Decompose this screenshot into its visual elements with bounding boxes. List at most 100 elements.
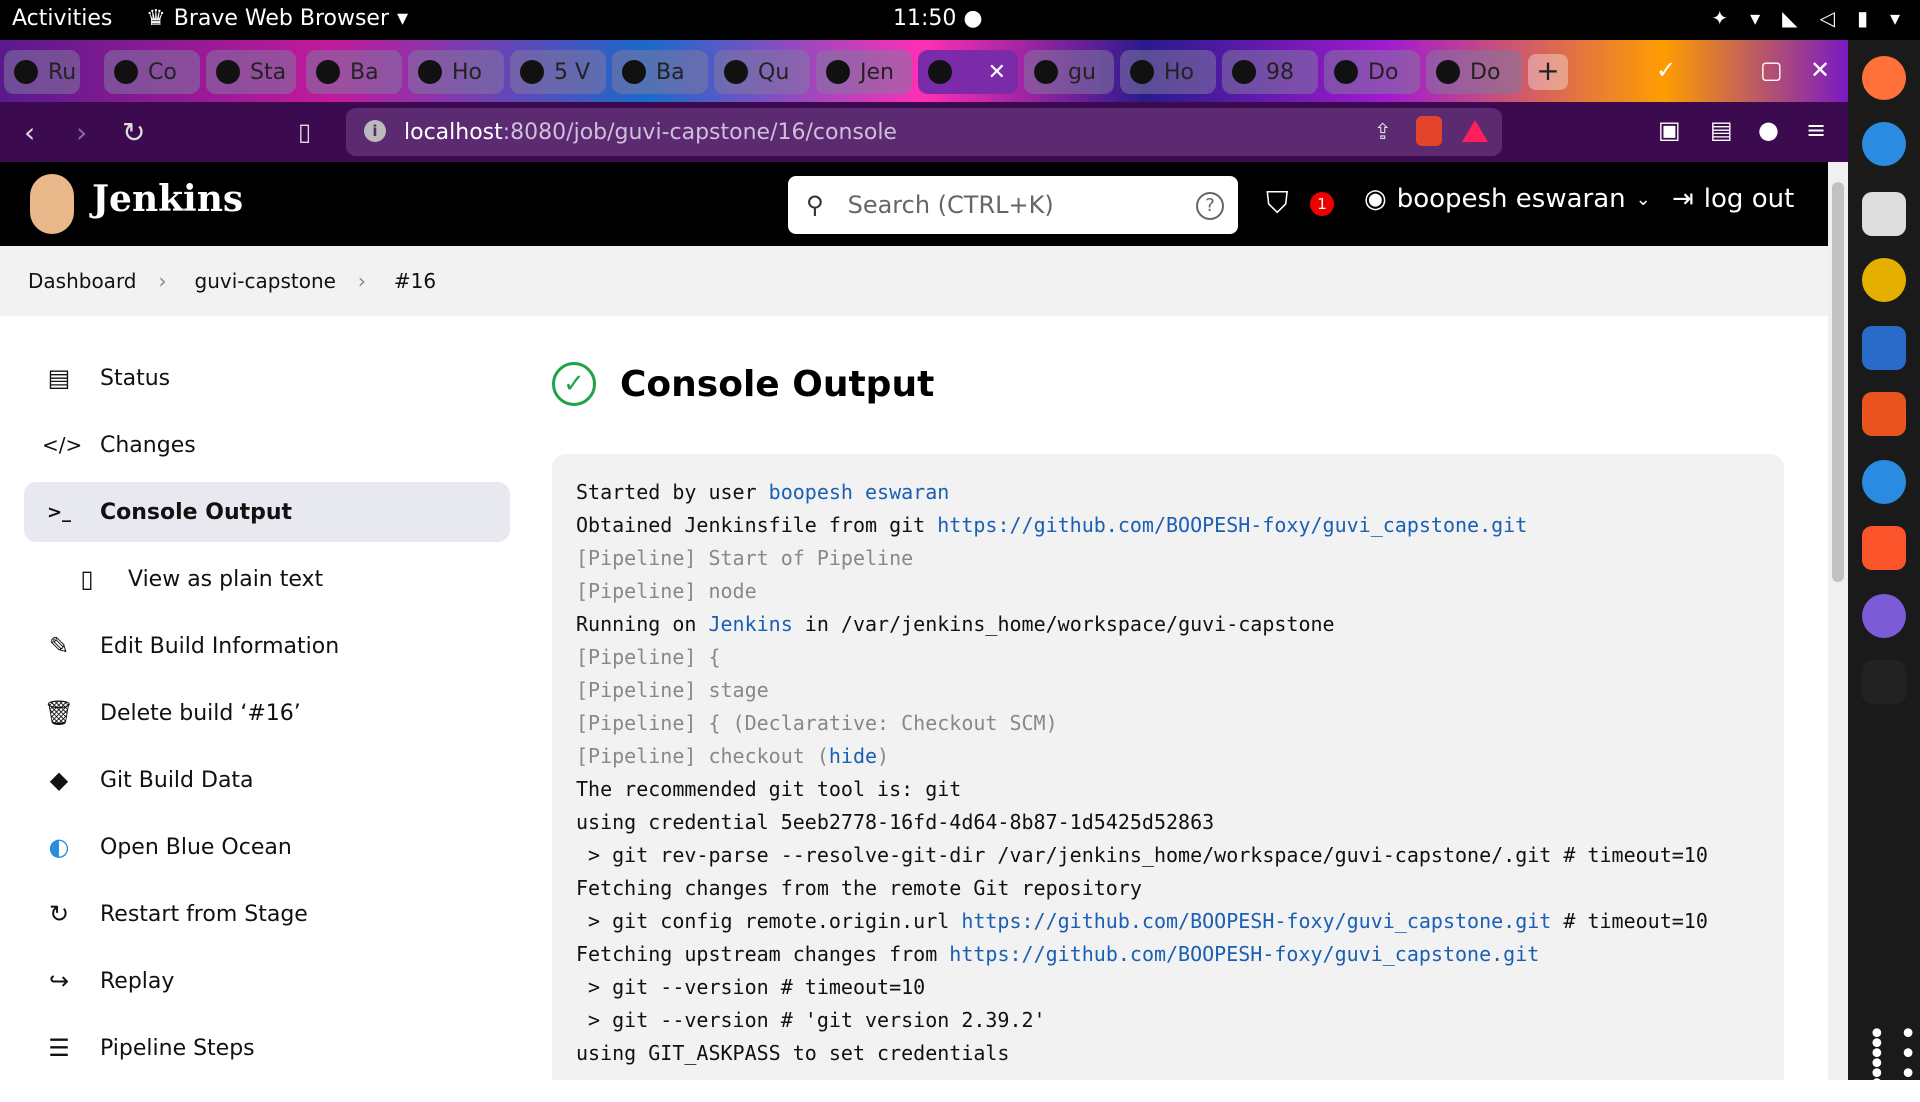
- clock-time: 11:50: [893, 6, 957, 31]
- tab-favicon-icon: [114, 60, 138, 84]
- sidebar-item-restart-from-stage[interactable]: ↻ Restart from Stage: [24, 884, 510, 944]
- tab[interactable]: Ba: [612, 50, 708, 94]
- repo-link[interactable]: https://github.com/BOOPESH-foxy/guvi_cap…: [949, 942, 1539, 966]
- breadcrumb-job[interactable]: guvi-capstone: [195, 269, 336, 293]
- jenkins-logo-icon[interactable]: [30, 174, 74, 234]
- tab-label: 98: [1266, 59, 1294, 85]
- search-input[interactable]: Search (CTRL+K): [848, 191, 1054, 219]
- close-window-icon[interactable]: ✕: [1810, 56, 1830, 84]
- leo-icon[interactable]: ●: [1758, 116, 1779, 144]
- success-check-icon: ✓: [552, 362, 596, 406]
- brave-icon[interactable]: [1862, 526, 1906, 570]
- sidebar-toggle-icon[interactable]: ▣: [1658, 116, 1681, 144]
- sidebar-item-label: View as plain text: [128, 566, 324, 592]
- site-info-icon[interactable]: i: [364, 120, 386, 142]
- tab[interactable]: gu: [1024, 50, 1114, 94]
- show-apps-icon[interactable]: • • • • • • • • •: [1868, 1020, 1920, 1100]
- tab[interactable]: Do: [1324, 50, 1420, 94]
- user-link[interactable]: boopesh eswaran: [769, 480, 950, 504]
- thunderbird-icon[interactable]: [1862, 122, 1906, 166]
- tab[interactable]: 5 V: [510, 50, 606, 94]
- sidebar-item-replay[interactable]: ↪ Replay: [24, 951, 510, 1011]
- close-tab-icon[interactable]: ✕: [988, 60, 1006, 85]
- help-icon[interactable]: ?: [1196, 192, 1224, 220]
- hide-link[interactable]: hide: [829, 744, 877, 768]
- security-badge[interactable]: 1: [1310, 192, 1334, 216]
- clock[interactable]: 11:50 ●: [893, 6, 983, 31]
- sidebar-item-label: Edit Build Information: [100, 633, 340, 659]
- wallet-icon[interactable]: ▤: [1710, 116, 1733, 144]
- maximize-icon[interactable]: ▢: [1760, 56, 1783, 84]
- console-line: [Pipeline] {: [576, 645, 721, 669]
- search-box[interactable]: ⚲ Search (CTRL+K) ?: [788, 176, 1238, 234]
- tab-label: Do: [1470, 59, 1501, 85]
- logout-button[interactable]: ⇥ log out: [1672, 184, 1794, 214]
- tab[interactable]: Ho: [1120, 50, 1216, 94]
- breadcrumb-dashboard[interactable]: Dashboard: [28, 269, 137, 293]
- app-menu[interactable]: ♛ Brave Web Browser ▾: [146, 6, 408, 31]
- menu-icon[interactable]: ≡: [1806, 116, 1826, 144]
- edit-icon: ✎: [48, 632, 70, 660]
- sidebar-item-open-blue-ocean[interactable]: ◐ Open Blue Ocean: [24, 817, 510, 877]
- scrollbar-thumb[interactable]: [1832, 182, 1844, 582]
- tab-favicon-icon: [316, 60, 340, 84]
- tab-label: Ru: [48, 59, 77, 85]
- security-shield-icon[interactable]: ⛉: [1266, 186, 1289, 221]
- sidebar-item-label: Status: [100, 365, 171, 391]
- address-bar[interactable]: i localhost:8080/job/guvi-capstone/16/co…: [346, 108, 1502, 156]
- activities-button[interactable]: Activities: [12, 6, 112, 31]
- sidebar-item-status[interactable]: ▤ Status: [24, 348, 510, 408]
- tab[interactable]: Ho: [408, 50, 504, 94]
- help-icon[interactable]: [1862, 460, 1906, 504]
- tab-active[interactable]: ✕: [918, 50, 1018, 94]
- brave-rewards-icon[interactable]: [1462, 120, 1488, 142]
- bookmark-icon[interactable]: ▯: [298, 118, 311, 146]
- sidebar-item-edit-build-information[interactable]: ✎ Edit Build Information: [24, 616, 510, 676]
- tab[interactable]: Qu: [714, 50, 810, 94]
- repo-link[interactable]: https://github.com/BOOPESH-foxy/guvi_cap…: [937, 513, 1527, 537]
- rhythmbox-icon[interactable]: [1862, 258, 1906, 302]
- sidebar-item-view-plain-text[interactable]: ▯ View as plain text: [24, 549, 510, 609]
- share-icon[interactable]: ⇪: [1374, 120, 1392, 145]
- brave-shields-icon[interactable]: [1416, 116, 1442, 146]
- tab[interactable]: 98: [1222, 50, 1318, 94]
- console-line: Started by user boopesh eswaran: [576, 476, 1760, 509]
- tab-favicon-icon: [1130, 60, 1154, 84]
- back-icon[interactable]: ‹: [24, 116, 35, 149]
- sidebar-item-changes[interactable]: </> Changes: [24, 415, 510, 475]
- settings-app-icon[interactable]: [1862, 594, 1906, 638]
- tab[interactable]: Do: [1426, 50, 1522, 94]
- system-tray[interactable]: ✦ ▾ ◣ ◁ ▮ ▾: [1711, 6, 1900, 30]
- user-menu[interactable]: ◉ boopesh eswaran ⌄: [1364, 184, 1651, 214]
- libreoffice-writer-icon[interactable]: [1862, 326, 1906, 370]
- restart-icon: ↻: [48, 900, 70, 928]
- accessibility-icon: ✦: [1711, 6, 1729, 30]
- repo-link[interactable]: https://github.com/BOOPESH-foxy/guvi_cap…: [961, 909, 1551, 933]
- files-icon[interactable]: [1862, 192, 1906, 236]
- sidebar-item-delete-build[interactable]: 🗑 Delete build ‘#16’: [24, 683, 510, 743]
- sidebar: ▤ Status </> Changes >_ Console Output ▯ Vie…: [24, 348, 510, 1080]
- console-line: using GIT_ASKPASS to set credentials: [576, 1041, 1010, 1065]
- sidebar-item-console-output[interactable]: >_ Console Output: [24, 482, 510, 542]
- tab[interactable]: Ba: [306, 50, 402, 94]
- terminal-app-icon[interactable]: [1862, 660, 1906, 704]
- node-link[interactable]: Jenkins: [708, 612, 792, 636]
- page-scrollbar[interactable]: [1828, 162, 1848, 1080]
- app-center-icon[interactable]: [1862, 392, 1906, 436]
- sidebar-item-git-build-data[interactable]: ◆ Git Build Data: [24, 750, 510, 810]
- tab[interactable]: Jen: [816, 50, 912, 94]
- tab[interactable]: Ru: [4, 50, 80, 94]
- forward-icon[interactable]: ›: [76, 116, 87, 149]
- tab[interactable]: Sta: [206, 50, 296, 94]
- firefox-icon[interactable]: [1862, 56, 1906, 100]
- tab[interactable]: Co: [104, 50, 200, 94]
- git-icon: ◆: [49, 766, 69, 794]
- breadcrumb-build[interactable]: #16: [394, 269, 436, 293]
- sidebar-item-pipeline-steps[interactable]: ☰ Pipeline Steps: [24, 1018, 510, 1078]
- reload-icon[interactable]: ↻: [122, 116, 145, 149]
- web-page: Jenkins ⚲ Search (CTRL+K) ? ⛉ 1 ◉ boopes…: [0, 162, 1828, 1080]
- new-tab-button[interactable]: +: [1528, 54, 1568, 90]
- jenkins-title[interactable]: Jenkins: [92, 178, 243, 220]
- github-icon: [724, 60, 748, 84]
- tab-search-icon[interactable]: ✓: [1656, 56, 1676, 84]
